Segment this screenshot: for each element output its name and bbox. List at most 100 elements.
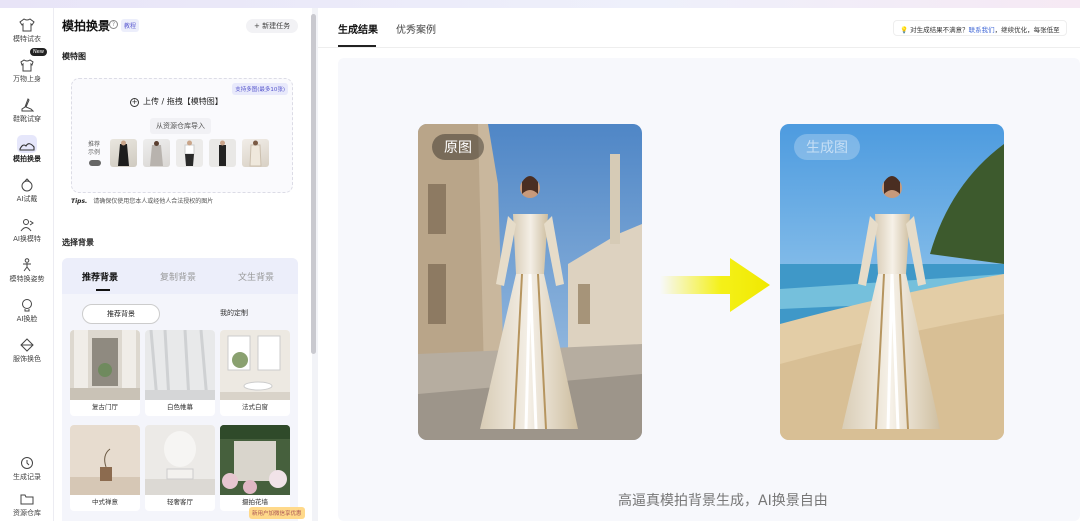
multi-image-hint: 支持多图(最多10张) (232, 83, 288, 95)
background-card-label: 轻奢客厅 (167, 498, 193, 506)
nav-item-model-tryon[interactable]: 模特试衣 (0, 14, 54, 52)
upload-trigger[interactable]: + 上传 / 拖拽【模特图】 (130, 96, 223, 107)
generated-photo: 生成图 (780, 124, 1004, 440)
background-card[interactable]: 轻奢客厅 (145, 425, 215, 511)
nav-item-resource-library[interactable]: 资源仓库 (0, 488, 54, 521)
tips-note: Tips. 请确保仅使用您本人或经他人合法授权的图片 (71, 196, 213, 205)
hint-tail: ，继续优化，每张低至 (994, 26, 1060, 34)
arrow-right-icon (660, 258, 770, 312)
sample-thumb[interactable] (176, 139, 203, 167)
background-card-label: 复古门厅 (92, 403, 118, 411)
background-thumb (70, 330, 140, 400)
tab-copy-background[interactable]: 复制背景 (160, 270, 196, 283)
page-title: 模拍换景 (62, 19, 111, 33)
showcase-panel: 原图 生成图 高逼真模拍背景生成，AI换景自由 (338, 58, 1080, 521)
tips-prefix: Tips. (71, 198, 88, 205)
sample-thumb[interactable] (209, 139, 236, 167)
tshirt-plus-icon (20, 59, 34, 72)
sample-thumb[interactable] (110, 139, 137, 167)
sample-label: 推荐示例 (88, 141, 101, 156)
nav-item-ai-model-swap[interactable]: AI换模特 (0, 214, 54, 252)
background-thumb (145, 425, 215, 495)
nav-label: AI换模特 (13, 235, 41, 243)
nav-label: AI换脸 (16, 315, 38, 323)
nav-label: 模特换姿势 (9, 275, 45, 283)
background-card[interactable]: 复古门厅 (70, 330, 140, 416)
panel-scrollbar[interactable] (311, 14, 316, 354)
nav-label: 鞋靴试穿 (13, 115, 41, 123)
background-card[interactable]: 法式白窗 (220, 330, 290, 416)
background-section-label: 选择背景 (62, 238, 94, 247)
nav-item-ai-accessory[interactable]: AI试戴 (0, 174, 54, 212)
tab-results[interactable]: 生成结果 (338, 21, 378, 36)
tutorial-link[interactable]: 教程 (121, 19, 140, 32)
nav-label: 生成记录 (13, 473, 41, 481)
background-selector: 推荐背景 复制背景 文生背景 推荐背景 我的定制 复古门厅 白色帷幕 法式白窗 … (62, 258, 298, 521)
background-tabs: 推荐背景 复制背景 文生背景 (62, 258, 298, 294)
swap-person-icon (20, 219, 34, 232)
nav-label: AI试戴 (16, 195, 38, 203)
nav-item-shoe-tryon[interactable]: 鞋靴试穿 (0, 94, 54, 132)
generated-label: 生成图 (794, 134, 860, 160)
shoe-icon (21, 98, 35, 112)
shirt-icon (19, 18, 35, 32)
background-card-label: 摄拍花墙 (242, 498, 268, 506)
original-label: 原图 (432, 134, 484, 160)
nav-item-background-swap[interactable]: 模拍换景 (0, 134, 54, 172)
tab-recommended[interactable]: 推荐背景 (82, 270, 118, 283)
nav-label: 万物上身 (13, 75, 41, 83)
feedback-hint: 💡 对生成结果不满意？联系我们，继续优化，每张低至 (893, 20, 1067, 36)
sample-thumb[interactable] (143, 139, 170, 167)
nav-label: 模拍换景 (13, 155, 41, 163)
bulb-icon: 💡 (900, 26, 909, 34)
new-badge: New (30, 48, 47, 56)
background-card-label: 白色帷幕 (167, 403, 193, 411)
nav-item-ai-face-swap[interactable]: AI换脸 (0, 294, 54, 332)
palette-icon (20, 338, 34, 352)
background-thumb (220, 330, 290, 400)
nav-item-color-change[interactable]: 服饰换色 (0, 334, 54, 372)
settings-panel: 模拍换景 ? 教程 + 新建任务 模特图 支持多图(最多10张) + 上传 / 拖… (54, 8, 312, 521)
upload-label: 上传 / 拖拽【模特图】 (143, 97, 223, 106)
background-thumb (70, 425, 140, 495)
background-card[interactable]: 中式禅意 (70, 425, 140, 511)
contact-us-link[interactable]: 联系我们 (969, 26, 995, 34)
landscape-icon (19, 143, 35, 151)
nav-label: 资源仓库 (13, 509, 41, 517)
divider (318, 47, 1080, 48)
accessory-icon (21, 178, 33, 192)
background-card[interactable]: 摄拍花墙 (220, 425, 290, 511)
nav-item-history[interactable]: 生成记录 (0, 452, 54, 490)
background-thumb (220, 425, 290, 495)
hint-text: 对生成结果不满意？ (910, 26, 969, 34)
model-image-section-label: 模特图 (62, 52, 86, 61)
nav-item-model-pose[interactable]: 模特换姿势 (0, 254, 54, 292)
sample-toggle[interactable] (89, 160, 101, 166)
promo-chip[interactable]: 新用户加微信享优惠 (249, 507, 305, 519)
upload-dropzone[interactable]: 支持多图(最多10张) + 上传 / 拖拽【模特图】 从资源仓库导入 推荐示例 (71, 78, 293, 193)
tab-text-to-background[interactable]: 文生背景 (238, 270, 274, 283)
original-photo: 原图 (418, 124, 642, 440)
import-from-library-button[interactable]: 从资源仓库导入 (150, 118, 211, 134)
new-task-button[interactable]: + 新建任务 (246, 19, 299, 33)
left-nav: 模特试衣 New 万物上身 鞋靴试穿 模拍换景 AI试戴 AI换模特 模特换姿势… (0, 8, 54, 521)
background-thumb (145, 330, 215, 400)
nav-item-all-wear[interactable]: New 万物上身 (0, 48, 54, 92)
face-icon (22, 299, 32, 312)
background-card-label: 中式禅意 (92, 498, 118, 506)
sample-thumb[interactable] (242, 139, 269, 167)
nav-label: 服饰换色 (13, 355, 41, 363)
subtab-my-custom[interactable]: 我的定制 (214, 304, 254, 322)
nav-label: 模特试衣 (13, 35, 41, 43)
background-card[interactable]: 白色帷幕 (145, 330, 215, 416)
subtab-recommended[interactable]: 推荐背景 (82, 304, 160, 324)
tab-showcase[interactable]: 优秀案例 (396, 21, 436, 36)
showcase-caption: 高逼真模拍背景生成，AI换景自由 (618, 493, 828, 509)
clock-icon (21, 457, 33, 469)
help-icon[interactable]: ? (109, 20, 118, 29)
main-area: 生成结果 优秀案例 💡 对生成结果不满意？联系我们，继续优化，每张低至 原图 生… (318, 8, 1080, 521)
top-gradient-bar (0, 0, 1080, 8)
active-tab-underline (96, 289, 110, 291)
background-card-label: 法式白窗 (242, 403, 268, 411)
pose-icon (23, 258, 31, 272)
